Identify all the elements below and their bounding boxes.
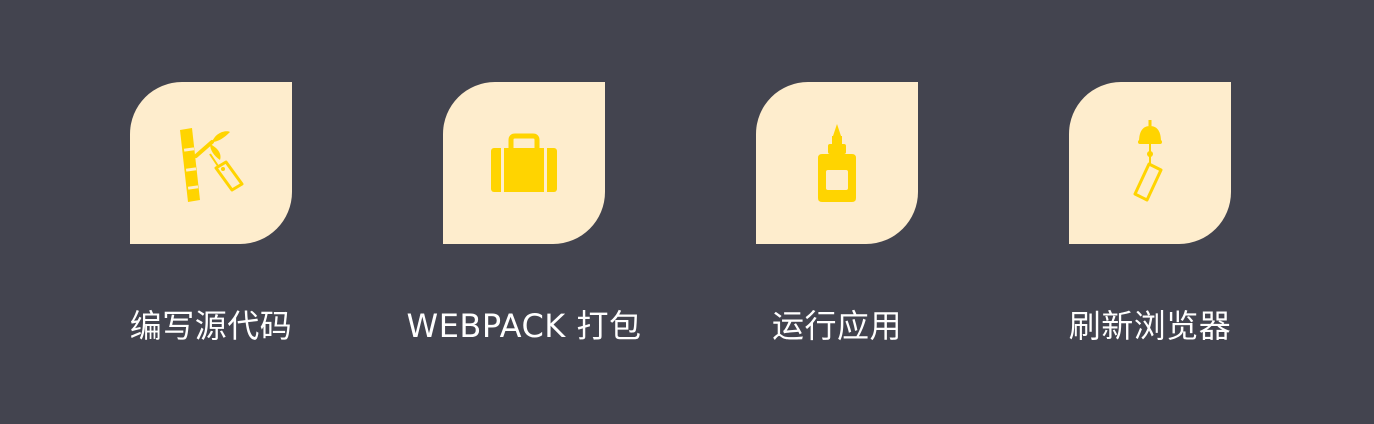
bamboo-tag-icon: [180, 128, 244, 202]
step-label: 编写源代码: [129, 307, 293, 345]
icon-tile: [756, 82, 918, 244]
icon-tile: [443, 82, 605, 244]
wind-chime-icon: [1133, 120, 1163, 202]
icon-tile: [130, 82, 292, 244]
workflow-steps: 编写源代码 WEBPACK 打包 运行应用 刷新浏览器: [0, 0, 1374, 424]
suitcase-icon: [491, 133, 557, 192]
glue-bottle-icon: [818, 124, 856, 202]
step-label: 运行应用: [771, 307, 902, 345]
step-label: 刷新浏览器: [1068, 307, 1232, 345]
step-label: WEBPACK 打包: [406, 307, 642, 345]
icon-tile: [1069, 82, 1231, 244]
